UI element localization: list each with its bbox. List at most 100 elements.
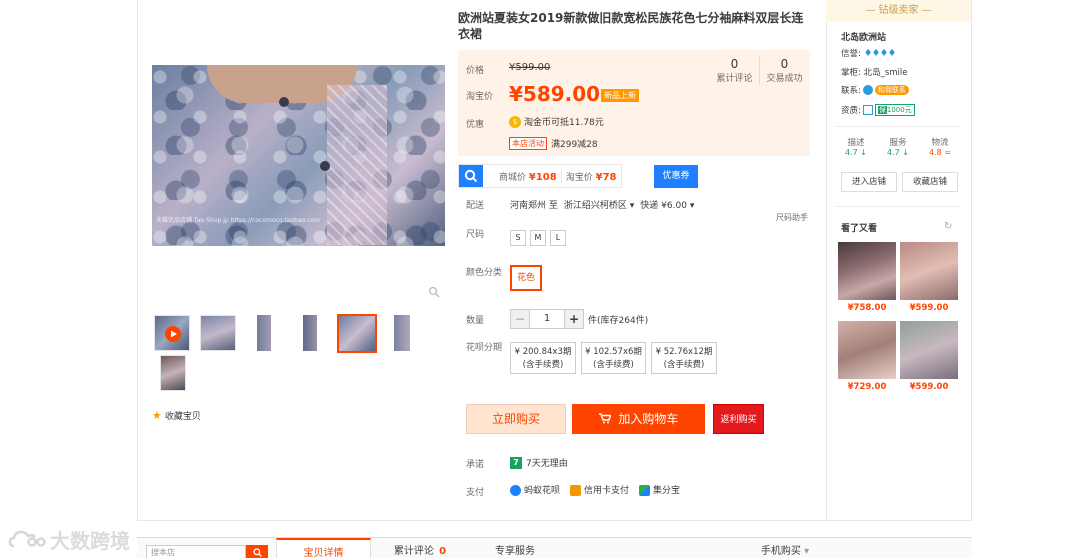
contact-row: 联系: 和我联系 [841, 84, 909, 96]
installment-option-6[interactable]: ¥ 102.57x6期 (含手续费) [581, 342, 646, 374]
review-stat[interactable]: 0 累计评论 [712, 57, 757, 84]
quantity-input[interactable]: 1 [530, 309, 564, 329]
recommend-item-image[interactable] [838, 321, 896, 379]
recommend-item-price[interactable]: ¥758.00 [838, 303, 896, 313]
pay-method-credit-card[interactable]: 信用卡支付 [570, 483, 629, 496]
size-option-s[interactable]: S [510, 230, 526, 246]
frame-right-border [971, 0, 972, 520]
deal-count: 0 [780, 56, 789, 71]
express-fee: 快递 ¥6.00 [640, 201, 687, 211]
shop-search-button[interactable] [246, 545, 268, 558]
review-label: 累计评论 [716, 73, 753, 84]
size-label: 尺码 [466, 230, 485, 240]
thumb-video[interactable] [154, 315, 190, 351]
jifenbao-icon [639, 485, 651, 496]
seller-level-header: — 钻级卖家 — [826, 0, 971, 22]
installment-option-12[interactable]: ¥ 52.76x12期 (含手续费) [651, 342, 717, 374]
favorite-shop-button[interactable]: 收藏店铺 [902, 172, 958, 192]
contact-button[interactable]: 和我联系 [874, 85, 909, 95]
coin-promo: $ 淘金币可抵11.78元 [509, 115, 604, 128]
main-product-image[interactable]: 天猫优品店铺 Tao-Shop.jp https://cocomoco.taob… [152, 65, 445, 246]
color-option-selected[interactable]: 花色 [510, 265, 542, 291]
deposit-amount: 1000元 [886, 106, 912, 114]
shop-name[interactable]: 北岛欧洲站 [841, 30, 886, 43]
cloud-logo-icon [8, 530, 46, 547]
size-options: SML [510, 230, 570, 246]
tab-reviews-count: 0 [439, 546, 447, 557]
taobao-price-label: 淘宝价 [466, 92, 494, 102]
shipping-to: 浙江绍兴柯桥区 [563, 201, 627, 211]
shipping-to-select[interactable]: 浙江绍兴柯桥区 ▾ [564, 198, 634, 211]
recommend-item-image[interactable] [900, 321, 958, 379]
size-helper-link[interactable]: 尺码助手 [776, 212, 808, 223]
caret-down-icon: ▾ [804, 546, 810, 557]
current-price: ¥589.00 [509, 82, 601, 106]
quantity-decrease-button[interactable]: − [510, 309, 530, 329]
thumb-image[interactable] [292, 315, 328, 351]
shop-search-input[interactable]: 搜本店 [146, 545, 246, 558]
thumb-image-selected[interactable] [337, 314, 377, 353]
taobao-compare-price: ¥78 [595, 171, 617, 183]
mall-price: ¥108 [528, 171, 557, 183]
score-name: 描述 [847, 138, 865, 148]
watermark-text: 大数跨境 [50, 529, 130, 553]
installment-option-3[interactable]: ¥ 200.84x3期 (含手续费) [510, 342, 576, 374]
tab-reviews-label: 累计评论 [393, 546, 434, 557]
thumb-image[interactable] [384, 315, 420, 351]
keeper-row: 掌柜: 北岛_smile [841, 66, 908, 78]
pay-method-huabei[interactable]: 蚂蚁花呗 [510, 483, 560, 496]
seller-level: 钻级卖家 [878, 5, 919, 16]
tab-reviews[interactable]: 累计评论 0 [380, 538, 460, 558]
dsr-scores: 描述 4.7 ↓ 服务 4.7 ↓ 物流 4.8 = [835, 136, 961, 157]
original-price: ¥599.00 [509, 62, 551, 73]
score-service: 服务 4.7 ↓ [887, 136, 909, 157]
promise-item[interactable]: 7 7天无理由 [510, 456, 568, 469]
shipping-info: 河南郑州 至 浙江绍兴柯桥区 ▾ 快递 ¥6.00 ▾ [510, 198, 694, 211]
installment-amount: ¥ 102.57x6期 [585, 347, 642, 357]
id-card-icon [862, 105, 873, 115]
product-page: 天猫优品店铺 Tao-Shop.jp https://cocomoco.taob… [0, 0, 1080, 558]
size-option-l[interactable]: L [550, 230, 566, 246]
qualification-label: 资质: [841, 106, 861, 116]
taobao-compare-label: 淘宝价 [565, 172, 593, 183]
keeper-label: 掌柜: [841, 68, 861, 78]
thumb-image[interactable] [200, 315, 236, 351]
buy-now-button[interactable]: 立即购买 [466, 404, 566, 434]
enter-shop-button[interactable]: 进入店铺 [841, 172, 897, 192]
stat-divider [759, 56, 760, 84]
search-icon [252, 548, 262, 557]
favorite-item[interactable]: ★ 收藏宝贝 [152, 409, 201, 422]
search-icon [459, 165, 483, 187]
recommend-item-price[interactable]: ¥729.00 [838, 382, 896, 392]
recommend-item-image[interactable] [900, 242, 958, 300]
add-to-cart-button[interactable]: 加入购物车 [572, 404, 705, 434]
coupon-button[interactable]: 优惠券 [654, 165, 698, 188]
quantity-increase-button[interactable]: + [564, 309, 584, 329]
pay-method-label: 蚂蚁花呗 [524, 486, 561, 496]
deposit-badge[interactable]: 保1000元 [874, 104, 915, 116]
score-value: 4.7 ↓ [845, 148, 867, 157]
zoom-icon[interactable] [428, 286, 440, 298]
cashback-button[interactable]: 返利购买 [713, 404, 764, 434]
image-watermark: 天猫优品店铺 Tao-Shop.jp https://cocomoco.taob… [156, 217, 320, 224]
size-option-m[interactable]: M [530, 230, 546, 246]
tab-mobile-buy[interactable]: 手机购买 ▾ [740, 538, 830, 558]
stats: 0 累计评论 0 交易成功 [712, 56, 807, 84]
deal-stat: 0 交易成功 [762, 57, 807, 84]
express-select[interactable]: 快递 ¥6.00 ▾ [640, 198, 694, 211]
keeper-name[interactable]: 北岛_smile [864, 68, 908, 78]
refresh-icon[interactable]: ↻ [944, 221, 952, 232]
recommend-item-price[interactable]: ¥599.00 [900, 303, 958, 313]
pay-method-jifenbao[interactable]: 集分宝 [639, 483, 680, 496]
thumb-image[interactable] [160, 355, 186, 391]
product-title: 欧洲站夏装女2019新款做旧款宽松民族花色七分袖麻料双层长连衣裙 [458, 11, 804, 41]
tab-item-detail[interactable]: 宝贝详情 [276, 538, 371, 558]
recommend-item-image[interactable] [838, 242, 896, 300]
thumb-image[interactable] [246, 315, 282, 351]
tab-exclusive-service[interactable]: 专享服务 [480, 538, 550, 558]
contact-label: 联系: [841, 86, 861, 96]
cart-icon [598, 412, 619, 426]
installment-fee-note: (含手续费) [663, 360, 705, 370]
seller-divider [835, 206, 961, 207]
recommend-item-price[interactable]: ¥599.00 [900, 382, 958, 392]
